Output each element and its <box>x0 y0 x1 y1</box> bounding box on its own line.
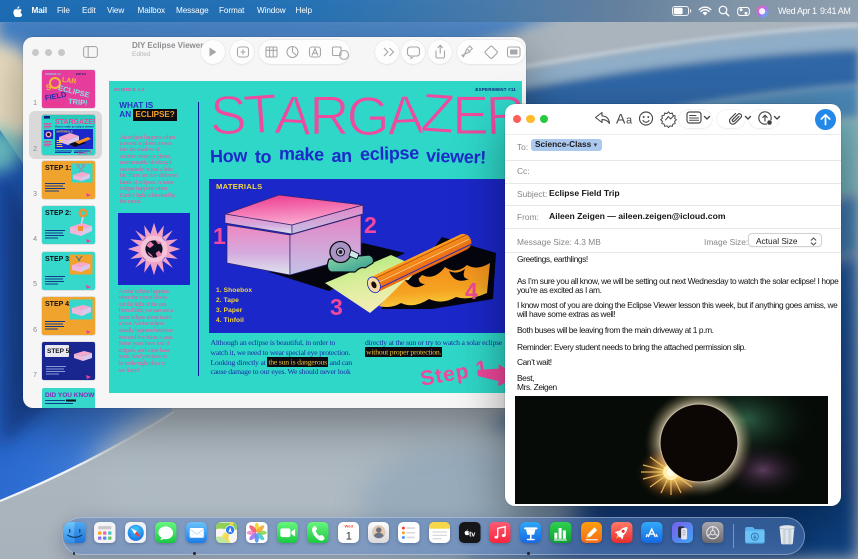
svg-text:SCIENCE 4.2: SCIENCE 4.2 <box>45 72 61 76</box>
svg-text:3: 3 <box>330 294 343 320</box>
svg-text:Wed: Wed <box>344 523 353 528</box>
svg-text:4: 4 <box>465 278 478 304</box>
svg-text:DID YOU KNOW: DID YOU KNOW <box>45 392 95 399</box>
svg-text:a: a <box>626 115 633 127</box>
svg-text:STEP 5:: STEP 5: <box>47 348 71 355</box>
svg-text:1: 1 <box>345 530 351 542</box>
svg-text:1: 1 <box>213 223 226 249</box>
svg-text:How to make an eclipse viewer!: How to make an eclipse viewer! <box>55 125 94 129</box>
svg-text:A: A <box>616 111 626 127</box>
svg-text:EXP #11: EXP #11 <box>76 72 87 76</box>
svg-text:STEP 1:: STEP 1: <box>45 165 71 172</box>
svg-text:Step 1: Step 1 <box>78 149 92 155</box>
svg-text:2: 2 <box>364 212 377 238</box>
svg-text:STEP 2:: STEP 2: <box>45 210 71 217</box>
svg-text:STEP 3:: STEP 3: <box>45 256 71 263</box>
svg-text:MATERIALS: MATERIALS <box>57 130 73 134</box>
svg-text:STEP 4:: STEP 4: <box>45 301 71 308</box>
svg-text:tv: tv <box>469 531 475 538</box>
